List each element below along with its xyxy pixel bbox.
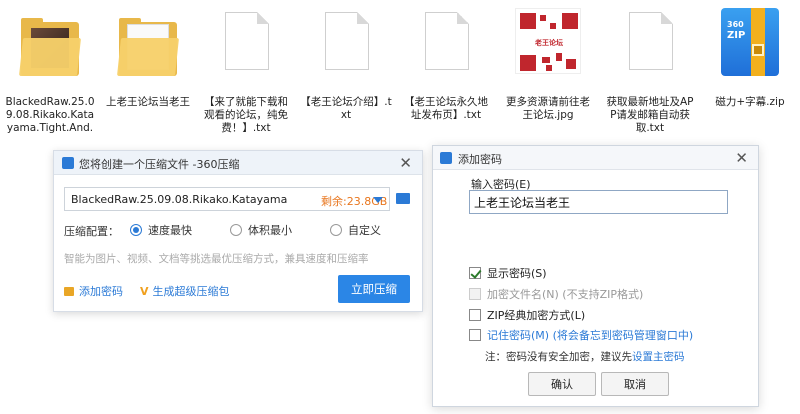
- compress-dialog-title: 您将创建一个压缩文件 -360压缩: [79, 158, 240, 171]
- password-dialog-title: 添加密码: [458, 153, 502, 166]
- file-name: 上老王论坛当老王: [106, 96, 190, 108]
- compress-config-label: 压缩配置：: [64, 225, 119, 238]
- file-name: 【来了就能下载和观看的论坛，纯免费！】.txt: [204, 96, 288, 134]
- radio-icon: [230, 224, 242, 236]
- file-item-folder-video[interactable]: BlackedRaw.25.09.08.Rikako.Katayama.Tigh…: [4, 4, 96, 136]
- file-name: 磁力+字幕.zip: [715, 96, 785, 108]
- checkbox-label: ZIP经典加密方式(L): [487, 309, 586, 322]
- add-password-link[interactable]: 添加密码: [64, 283, 123, 299]
- security-note: 注：密码没有安全加密，建议先设置主密码: [485, 349, 685, 364]
- compress-dialog-titlebar[interactable]: 您将创建一个压缩文件 -360压缩 ✕: [54, 151, 422, 175]
- folder-icon: [113, 4, 183, 88]
- radio-smallest[interactable]: 体积最小: [230, 222, 292, 238]
- file-item-txt[interactable]: 获取最新地址及APP请发邮箱自动获取.txt: [604, 4, 696, 135]
- remember-password-checkbox[interactable]: 记住密码(M) (将会备忘到密码管理窗口中): [469, 327, 693, 343]
- zip-icon-text-bottom: ZIP: [727, 30, 746, 41]
- file-name: 获取最新地址及APP请发邮箱自动获取.txt: [606, 96, 694, 134]
- file-name: BlackedRaw.25.09.08.Rikako.Katayama.Tigh…: [5, 96, 95, 136]
- encrypt-filenames-checkbox[interactable]: 加密文件名(N) (不支持ZIP格式): [469, 286, 643, 302]
- text-file-icon: [411, 4, 481, 88]
- radio-selected-icon: [130, 224, 142, 236]
- output-path-value[interactable]: BlackedRaw.25.09.08.Rikako.Katayama.Tig: [71, 193, 287, 206]
- output-path-combobox[interactable]: BlackedRaw.25.09.08.Rikako.Katayama.Tig …: [64, 187, 390, 211]
- browse-folder-icon[interactable]: [394, 189, 412, 207]
- text-file-icon: [311, 4, 381, 88]
- radio-icon: [330, 224, 342, 236]
- compress-dialog: 您将创建一个压缩文件 -360压缩 ✕ BlackedRaw.25.09.08.…: [53, 150, 423, 312]
- text-file-icon: [615, 4, 685, 88]
- checkbox-icon: [469, 329, 481, 341]
- qr-code-image-icon: 老王论坛: [513, 4, 583, 88]
- show-password-checkbox[interactable]: 显示密码(S): [469, 265, 547, 281]
- v-badge-icon: V: [140, 285, 149, 298]
- file-item-txt[interactable]: 【老王论坛永久地址发布页】.txt: [400, 4, 492, 122]
- lock-icon: [64, 287, 74, 296]
- cancel-button[interactable]: 取消: [601, 372, 669, 396]
- checkbox-label: 记住密码(M) (将会备忘到密码管理窗口中): [487, 329, 694, 342]
- checkbox-checked-icon: [469, 267, 481, 279]
- qr-label: 老王论坛: [526, 37, 572, 49]
- note-text: 注：密码没有安全加密，建议先: [485, 351, 632, 363]
- file-item-txt[interactable]: 【老王论坛介绍】.txt: [300, 4, 392, 122]
- radio-label: 速度最快: [148, 224, 192, 237]
- add-password-label: 添加密码: [79, 285, 123, 298]
- file-name: 【老王论坛永久地址发布页】.txt: [404, 96, 488, 121]
- file-name: 【老王论坛介绍】.txt: [300, 96, 392, 121]
- file-item-folder[interactable]: 上老王论坛当老王: [102, 4, 194, 109]
- close-icon[interactable]: ✕: [399, 154, 412, 172]
- folder-photo-icon: [15, 4, 85, 88]
- password-input[interactable]: [469, 190, 728, 214]
- zip-classic-encryption-checkbox[interactable]: ZIP经典加密方式(L): [469, 307, 585, 323]
- app-360-icon: [62, 157, 74, 169]
- compress-now-button[interactable]: 立即压缩: [338, 275, 410, 303]
- checkbox-icon: [469, 288, 481, 300]
- app-360-icon: [440, 152, 452, 164]
- checkbox-label: 加密文件名(N) (不支持ZIP格式): [487, 288, 644, 301]
- file-item-txt[interactable]: 【来了就能下载和观看的论坛，纯免费！】.txt: [200, 4, 292, 135]
- checkbox-icon: [469, 309, 481, 321]
- super-zip-label: 生成超级压缩包: [152, 285, 230, 298]
- radio-fastest[interactable]: 速度最快: [130, 222, 192, 238]
- password-dialog-titlebar[interactable]: 添加密码 ✕: [433, 146, 758, 170]
- compress-hint: 智能为图片、视频、文档等挑选最优压缩方式，兼具速度和压缩率: [64, 253, 369, 265]
- radio-label: 体积最小: [248, 224, 292, 237]
- close-icon[interactable]: ✕: [735, 149, 748, 167]
- add-password-dialog: 添加密码 ✕ 输入密码(E) 显示密码(S) 加密文件名(N) (不支持ZIP格…: [432, 145, 759, 407]
- ok-button[interactable]: 确认: [528, 372, 596, 396]
- super-zip-link[interactable]: V 生成超级压缩包: [140, 283, 230, 299]
- desktop-file-grid: BlackedRaw.25.09.08.Rikako.Katayama.Tigh…: [0, 0, 800, 150]
- text-file-icon: [211, 4, 281, 88]
- radio-custom[interactable]: 自定义: [330, 222, 381, 238]
- checkbox-label: 显示密码(S): [487, 267, 547, 280]
- zip-archive-icon: 360 ZIP: [715, 4, 785, 88]
- radio-label: 自定义: [348, 224, 381, 237]
- file-item-image[interactable]: 老王论坛 更多资源请前往老王论坛.jpg: [502, 4, 594, 122]
- chevron-down-icon[interactable]: [373, 197, 383, 203]
- set-master-password-link[interactable]: 设置主密码: [632, 351, 685, 363]
- file-name: 更多资源请前往老王论坛.jpg: [506, 96, 590, 121]
- file-item-zip[interactable]: 360 ZIP 磁力+字幕.zip: [704, 4, 796, 109]
- zip-icon-text-top: 360: [727, 20, 744, 29]
